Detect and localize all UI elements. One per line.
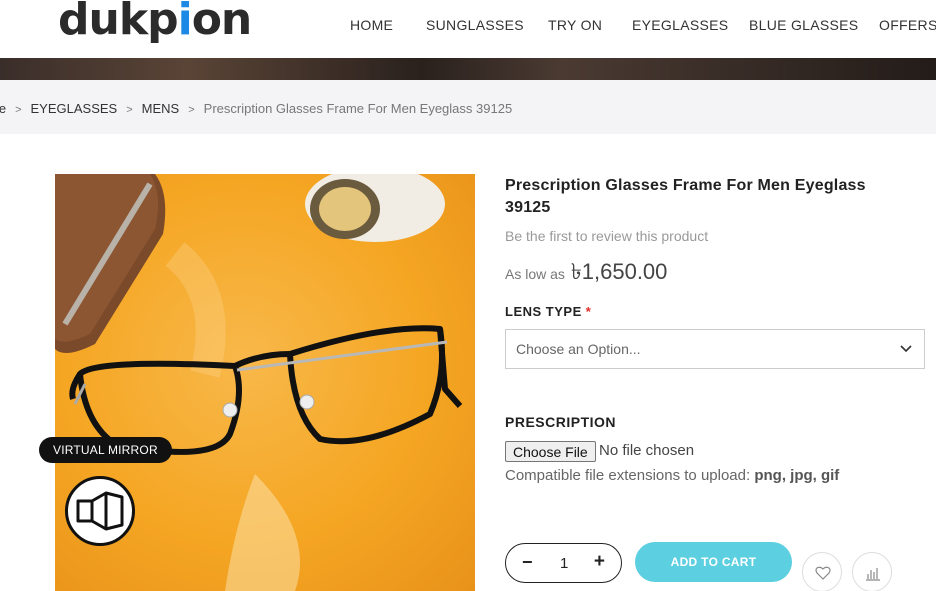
nav-offers[interactable]: OFFERS	[879, 17, 936, 33]
nav-home[interactable]: HOME	[350, 17, 393, 33]
lens-type-label-text: LENS TYPE	[505, 304, 582, 319]
chevron-right-icon: >	[188, 104, 195, 116]
logo-text-2: p	[147, 0, 178, 45]
prescription-label: PRESCRIPTION	[505, 414, 617, 430]
breadcrumb-current: Prescription Glasses Frame For Men Eyegl…	[203, 101, 513, 116]
heart-icon	[815, 566, 831, 580]
breadcrumb-mens[interactable]: MENS	[142, 101, 180, 116]
file-note-extensions: png, jpg, gif	[754, 467, 840, 484]
breadcrumb: me > EYEGLASSES > MENS > Prescription Glasses …	[0, 80, 936, 134]
nav-eyeglasses[interactable]: EYEGLASSES	[632, 17, 728, 33]
virtual-mirror-icon	[76, 491, 124, 531]
choose-file-button[interactable]: Choose File	[505, 441, 596, 462]
review-link[interactable]: Be the first to review this product	[505, 228, 708, 244]
breadcrumb-home[interactable]: me	[0, 101, 6, 116]
price-row: As low as ৳1,650.00	[505, 255, 667, 292]
site-header: dukpion HOME SUNGLASSES TRY ON EYEGLASSE…	[0, 0, 936, 58]
nav-sunglasses[interactable]: SUNGLASSES	[426, 17, 524, 33]
compare-icon	[866, 568, 880, 581]
qty-increase-button[interactable]: +	[594, 551, 605, 573]
file-note-prefix: Compatible file extensions to upload:	[505, 467, 751, 484]
lens-type-select-value: Choose an Option...	[516, 341, 641, 357]
logo-text-4: on	[191, 0, 253, 45]
nav-try-on[interactable]: TRY ON	[548, 17, 602, 33]
price-prefix: As low as	[505, 266, 565, 282]
file-status: No file chosen	[599, 442, 695, 459]
nav-blue-glasses[interactable]: BLUE GLASSES	[749, 17, 858, 33]
compare-button[interactable]	[852, 552, 892, 591]
logo-text-1: duk	[58, 0, 148, 45]
quantity-stepper: − 1 +	[505, 543, 622, 583]
virtual-mirror-button[interactable]	[65, 476, 135, 546]
add-to-cart-button[interactable]: ADD TO CART	[635, 542, 792, 582]
breadcrumb-eyeglasses[interactable]: EYEGLASSES	[31, 101, 118, 116]
lens-type-select[interactable]: Choose an Option...	[505, 329, 925, 369]
required-mark: *	[585, 304, 592, 319]
logo[interactable]: dukpion	[58, 0, 253, 45]
product-price: ৳1,650.00	[570, 259, 668, 284]
lens-type-label: LENS TYPE *	[505, 304, 591, 319]
chevron-down-icon	[900, 345, 912, 353]
file-extensions-note: Compatible file extensions to upload: pn…	[505, 467, 839, 484]
wishlist-button[interactable]	[802, 552, 842, 591]
product-title: Prescription Glasses Frame For Men Eyegl…	[505, 177, 866, 216]
qty-decrease-button[interactable]: −	[522, 552, 533, 573]
logo-text-3: i	[177, 0, 193, 45]
qty-input[interactable]: 1	[560, 555, 568, 572]
virtual-mirror-badge[interactable]: VIRTUAL MIRROR	[39, 437, 172, 463]
chevron-right-icon: >	[126, 104, 133, 116]
header-banner-image	[0, 58, 936, 80]
chevron-right-icon: >	[15, 104, 22, 116]
